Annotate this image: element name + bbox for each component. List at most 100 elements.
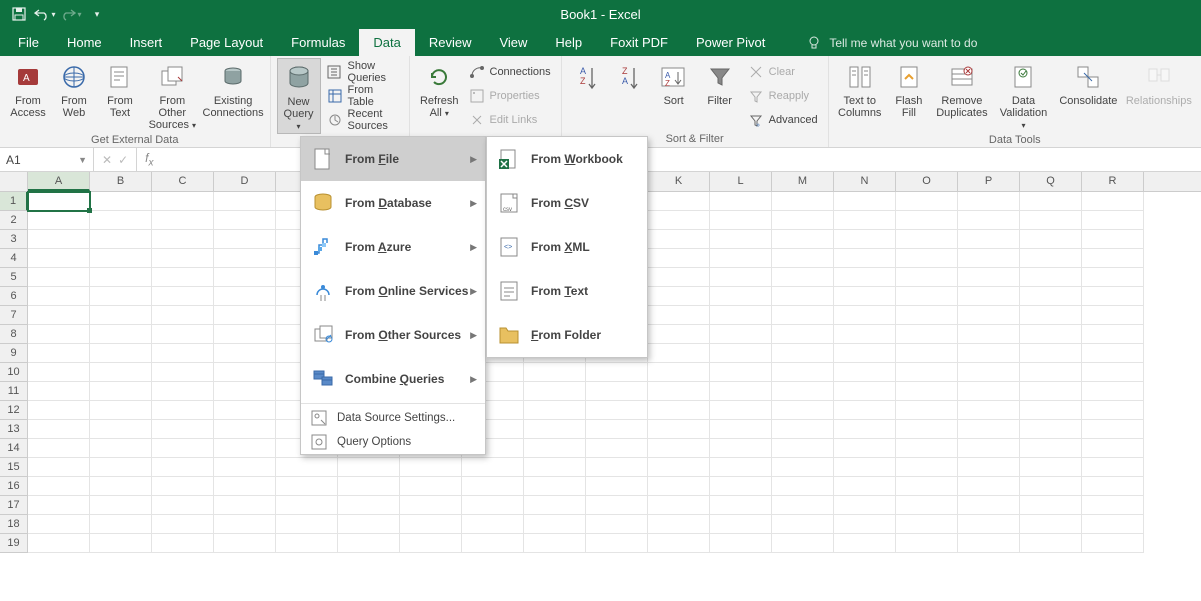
cell[interactable] <box>214 192 276 211</box>
cell[interactable] <box>586 477 648 496</box>
cell[interactable] <box>648 268 710 287</box>
column-header[interactable]: K <box>648 172 710 191</box>
cell[interactable] <box>1020 401 1082 420</box>
cell[interactable] <box>1082 344 1144 363</box>
cell[interactable] <box>152 230 214 249</box>
row-header[interactable]: 5 <box>0 268 28 287</box>
cell[interactable] <box>152 458 214 477</box>
cell[interactable] <box>214 268 276 287</box>
row-header[interactable]: 2 <box>0 211 28 230</box>
filter-button[interactable]: Filter <box>698 58 742 107</box>
tab-insert[interactable]: Insert <box>116 29 177 56</box>
cell[interactable] <box>648 344 710 363</box>
cell[interactable] <box>648 401 710 420</box>
cell[interactable] <box>834 230 896 249</box>
cell[interactable] <box>834 477 896 496</box>
cell[interactable] <box>958 306 1020 325</box>
cell[interactable] <box>28 230 90 249</box>
cell[interactable] <box>772 439 834 458</box>
cell[interactable] <box>214 211 276 230</box>
cell[interactable] <box>710 287 772 306</box>
row-header[interactable]: 4 <box>0 249 28 268</box>
cell[interactable] <box>90 439 152 458</box>
cell[interactable] <box>1020 439 1082 458</box>
cell[interactable] <box>958 534 1020 553</box>
cell[interactable] <box>338 496 400 515</box>
cell[interactable] <box>462 534 524 553</box>
cell[interactable] <box>1082 401 1144 420</box>
cell[interactable] <box>152 325 214 344</box>
column-header[interactable]: A <box>28 172 90 191</box>
row-header[interactable]: 15 <box>0 458 28 477</box>
cell[interactable] <box>958 363 1020 382</box>
cell[interactable] <box>896 211 958 230</box>
cell[interactable] <box>1020 268 1082 287</box>
remove-duplicates-button[interactable]: Remove Duplicates <box>933 58 991 119</box>
cell[interactable] <box>214 382 276 401</box>
cell[interactable] <box>834 211 896 230</box>
cell[interactable] <box>958 211 1020 230</box>
cell[interactable] <box>1082 363 1144 382</box>
tab-page-layout[interactable]: Page Layout <box>176 29 277 56</box>
cell[interactable] <box>648 306 710 325</box>
cell[interactable] <box>648 249 710 268</box>
cell[interactable] <box>1020 477 1082 496</box>
cell[interactable] <box>214 306 276 325</box>
cell[interactable] <box>648 477 710 496</box>
cell[interactable] <box>524 477 586 496</box>
cell[interactable] <box>1082 192 1144 211</box>
cell[interactable] <box>152 439 214 458</box>
cell[interactable] <box>1020 192 1082 211</box>
cell[interactable] <box>772 192 834 211</box>
cell[interactable] <box>772 420 834 439</box>
row-header[interactable]: 14 <box>0 439 28 458</box>
cell[interactable] <box>1082 325 1144 344</box>
cell[interactable] <box>524 401 586 420</box>
cell[interactable] <box>958 344 1020 363</box>
cell[interactable] <box>90 363 152 382</box>
cell[interactable] <box>462 477 524 496</box>
cell[interactable] <box>648 192 710 211</box>
cell[interactable] <box>834 534 896 553</box>
cell[interactable] <box>772 401 834 420</box>
cell[interactable] <box>1020 496 1082 515</box>
cell[interactable] <box>152 249 214 268</box>
cell[interactable] <box>400 496 462 515</box>
cell[interactable] <box>834 192 896 211</box>
cell[interactable] <box>710 249 772 268</box>
query-options-menu[interactable]: Query Options <box>301 430 485 454</box>
row-header[interactable]: 3 <box>0 230 28 249</box>
cell[interactable] <box>958 420 1020 439</box>
cell[interactable] <box>90 382 152 401</box>
column-header[interactable]: N <box>834 172 896 191</box>
cell[interactable] <box>896 439 958 458</box>
cell[interactable] <box>958 401 1020 420</box>
cell[interactable] <box>772 249 834 268</box>
row-header[interactable]: 19 <box>0 534 28 553</box>
from-xml-menu[interactable]: <>From XML <box>487 225 647 269</box>
cell[interactable] <box>214 496 276 515</box>
cell[interactable] <box>276 515 338 534</box>
cell[interactable] <box>338 515 400 534</box>
cell[interactable] <box>896 344 958 363</box>
cell[interactable] <box>90 401 152 420</box>
cell[interactable] <box>958 249 1020 268</box>
cell[interactable] <box>1082 382 1144 401</box>
cell[interactable] <box>524 420 586 439</box>
cell[interactable] <box>462 515 524 534</box>
cell[interactable] <box>896 363 958 382</box>
cell[interactable] <box>1082 534 1144 553</box>
cell[interactable] <box>1082 230 1144 249</box>
consolidate-button[interactable]: Consolidate <box>1056 58 1121 107</box>
cell[interactable] <box>400 515 462 534</box>
cell[interactable] <box>586 382 648 401</box>
cell[interactable] <box>1082 420 1144 439</box>
cell[interactable] <box>28 268 90 287</box>
fx-icon[interactable]: fx <box>137 151 161 168</box>
cell[interactable] <box>214 249 276 268</box>
row-header[interactable]: 12 <box>0 401 28 420</box>
cell[interactable] <box>710 420 772 439</box>
column-header[interactable]: D <box>214 172 276 191</box>
cell[interactable] <box>834 306 896 325</box>
cell[interactable] <box>28 344 90 363</box>
